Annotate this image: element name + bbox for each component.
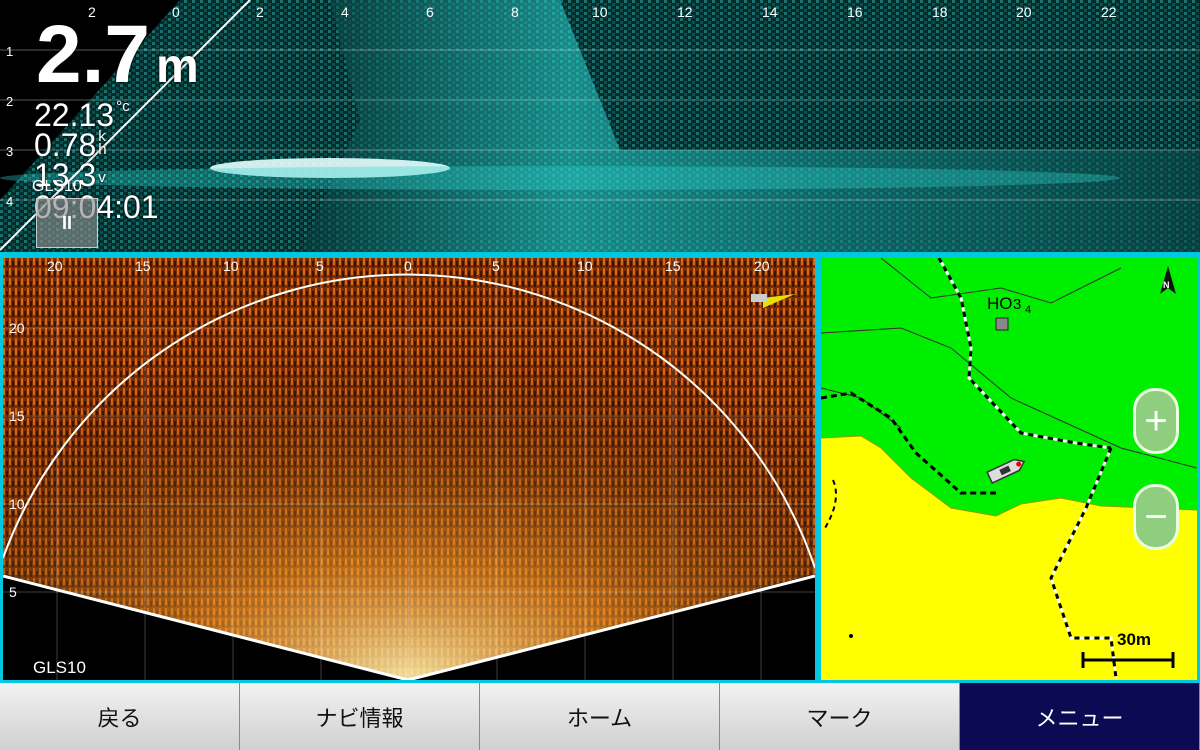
- speed-unit: k h: [98, 128, 107, 158]
- depth-label: 3: [6, 144, 14, 159]
- live-sonar-image: [3, 258, 815, 680]
- depth-label: 1: [6, 44, 14, 59]
- depth-label: 5: [9, 584, 17, 600]
- range-label: 5: [316, 258, 324, 274]
- range-label: 16: [847, 4, 863, 20]
- range-label: 10: [577, 258, 593, 274]
- depth-sounding-sub: 4: [1025, 304, 1032, 316]
- range-label: 22: [1101, 4, 1117, 20]
- range-label: 15: [665, 258, 681, 274]
- pause-button[interactable]: II: [36, 198, 98, 248]
- speed-readout: 0.78 k h: [34, 128, 107, 161]
- range-label: 0: [404, 258, 412, 274]
- range-label: 20: [47, 258, 63, 274]
- bottom-menu-bar: 戻る ナビ情報 ホーム マーク メニュー: [0, 683, 1200, 750]
- live-sonar-panel[interactable]: 20 15 10 5 0 5 10 15 20 20 15 10 5 GLS10: [0, 255, 818, 683]
- range-label: 15: [135, 258, 151, 274]
- depth-label: 20: [9, 320, 25, 336]
- depth-unit: m: [156, 40, 199, 93]
- menu-button[interactable]: メニュー: [960, 683, 1200, 750]
- range-label: 8: [511, 4, 519, 20]
- marker-label: HO: [987, 294, 1013, 313]
- depth-label: 4: [6, 194, 14, 209]
- depth-label: 10: [9, 496, 25, 512]
- depth-label: 15: [9, 408, 25, 424]
- zoom-out-button[interactable]: −: [1133, 484, 1179, 550]
- sonar-source-label: GLS10: [33, 658, 86, 677]
- range-label: 20: [1016, 4, 1032, 20]
- marker-square: [995, 317, 1009, 331]
- range-label: 10: [592, 4, 608, 20]
- voltage-unit: v: [98, 169, 106, 187]
- range-label: 18: [932, 4, 948, 20]
- depth-label: 2: [6, 94, 14, 109]
- chart-panel[interactable]: N HO 3 4 + − 30m: [818, 255, 1200, 683]
- depth-sounding: 3: [1013, 296, 1022, 313]
- depth-readout: 2.7 m: [36, 14, 199, 108]
- range-label: 10: [223, 258, 239, 274]
- mark-button[interactable]: マーク: [720, 683, 960, 750]
- range-label: 5: [492, 258, 500, 274]
- back-button[interactable]: 戻る: [0, 683, 240, 750]
- scale-label: 30m: [1117, 630, 1152, 649]
- nav-info-button[interactable]: ナビ情報: [240, 683, 480, 750]
- water-temp-unit: °c: [116, 98, 130, 115]
- chart-map: [821, 258, 1197, 680]
- range-label: 20: [754, 258, 770, 274]
- range-label: 12: [677, 4, 693, 20]
- range-label: 6: [426, 4, 434, 20]
- water-temp-readout: 22.13 °c: [34, 98, 130, 131]
- north-label: N: [1163, 280, 1170, 290]
- down-sonar-panel[interactable]: 2 0 2 4 6 8 10 12 14 16 18 20 22 1 2 3 4…: [0, 0, 1200, 255]
- depth-value: 2.7: [36, 9, 150, 100]
- range-label: 2: [256, 4, 264, 20]
- home-button[interactable]: ホーム: [480, 683, 720, 750]
- range-label: 14: [762, 4, 778, 20]
- range-label: 4: [341, 4, 349, 20]
- zoom-in-button[interactable]: +: [1133, 388, 1179, 454]
